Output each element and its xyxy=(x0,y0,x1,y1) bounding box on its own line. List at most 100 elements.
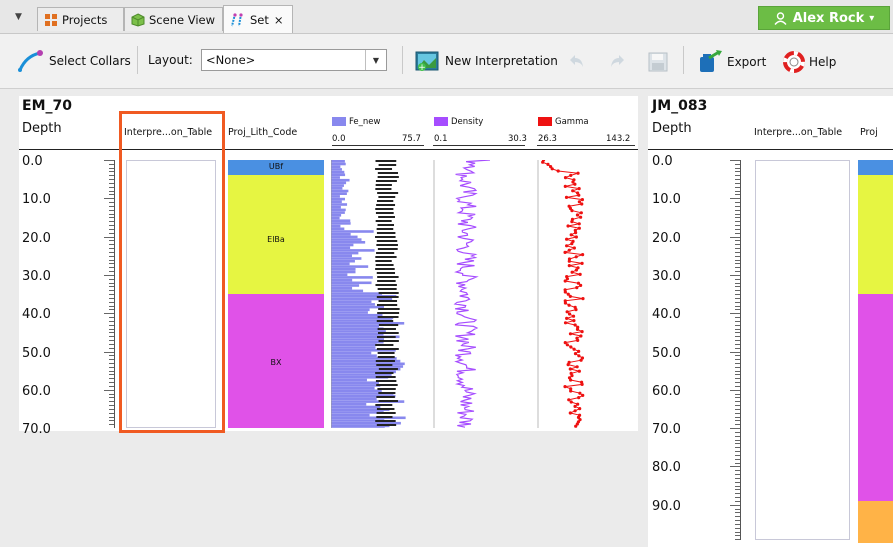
fe-bar xyxy=(331,224,341,228)
ruler-tick xyxy=(109,294,114,296)
fe-value-label xyxy=(375,180,397,182)
undo-icon[interactable] xyxy=(568,53,586,69)
ruler-tick xyxy=(735,412,740,414)
gamma-point xyxy=(565,310,569,314)
fe-bar xyxy=(331,230,374,233)
help-button[interactable]: Help xyxy=(783,51,836,73)
gamma-point xyxy=(556,169,560,173)
gamma-point xyxy=(581,393,585,397)
ruler-tick xyxy=(730,160,740,161)
ruler-tick xyxy=(109,228,114,230)
select-collars-button[interactable]: Select Collars xyxy=(16,50,131,72)
gamma-point xyxy=(563,385,567,389)
close-icon[interactable]: × xyxy=(274,13,284,27)
fe-bar xyxy=(331,281,372,285)
fe-bar xyxy=(331,249,375,252)
ruler-tick xyxy=(104,351,114,353)
gamma-point xyxy=(574,308,578,312)
ruler-tick xyxy=(735,294,740,296)
gamma-point xyxy=(572,319,576,323)
fe-bar xyxy=(331,346,376,349)
gamma-point xyxy=(580,202,584,206)
fe-bar xyxy=(331,278,353,282)
ruler-tick xyxy=(735,297,740,299)
ruler-tick xyxy=(109,171,114,173)
lith-interval[interactable]: UBf xyxy=(228,160,324,176)
tab-set[interactable]: Set × xyxy=(223,5,293,33)
ruler-tick xyxy=(109,232,114,234)
lifebuoy-icon xyxy=(783,51,805,73)
gamma-point xyxy=(569,345,573,349)
ruler-tick xyxy=(735,328,740,330)
ruler-tick xyxy=(735,347,740,349)
fe-value-label xyxy=(376,252,395,254)
ruler-tick xyxy=(735,332,740,334)
gamma-point xyxy=(568,294,572,298)
fe-value-label xyxy=(375,268,395,270)
tab-projects[interactable]: Projects xyxy=(37,7,124,31)
lith-interval[interactable] xyxy=(858,294,893,501)
fe-value-label xyxy=(375,220,392,222)
lith-column[interactable]: UBf ElBa BX xyxy=(228,160,324,429)
gamma-point xyxy=(577,187,581,191)
fe-value-label xyxy=(375,260,392,262)
gamma-point xyxy=(568,332,573,336)
export-button[interactable]: Export xyxy=(697,50,766,74)
fe-bar xyxy=(331,227,345,231)
user-name: Alex Rock xyxy=(792,10,865,26)
interpretation-column[interactable] xyxy=(755,160,850,540)
ruler-tick xyxy=(109,182,114,184)
ruler-tick xyxy=(735,340,740,341)
lith-interval[interactable] xyxy=(858,500,893,543)
gamma-point xyxy=(572,347,576,351)
ruler-tick xyxy=(730,389,740,391)
lith-interval[interactable]: ElBa xyxy=(228,175,324,295)
depth-labels: 0.0 10.0 20.0 30.0 40.0 50.0 60.0 70.0 80.0 90.0 xyxy=(652,150,722,545)
gamma-point xyxy=(571,189,575,193)
fe-bar xyxy=(331,297,393,301)
ruler-tick xyxy=(735,282,740,284)
ruler-tick xyxy=(735,470,740,472)
legend-swatch xyxy=(538,117,552,126)
ruler-tick xyxy=(109,255,114,257)
fe-bar xyxy=(331,195,340,198)
tab-overflow-chevron-icon[interactable]: ▼ xyxy=(15,12,22,22)
fe-value-label xyxy=(375,264,394,266)
tab-scene-view[interactable]: Scene View xyxy=(124,7,223,31)
user-menu-button[interactable]: Alex Rock ▾ xyxy=(758,6,890,30)
ruler-tick xyxy=(104,313,114,315)
gamma-point xyxy=(569,400,573,404)
lith-interval[interactable] xyxy=(858,175,893,295)
ruler-tick xyxy=(735,500,740,502)
header-divider xyxy=(19,149,638,150)
ruler-tick xyxy=(735,481,740,483)
lith-interval[interactable] xyxy=(858,160,893,176)
new-interpretation-button[interactable]: + New Interpretation xyxy=(415,50,558,72)
redo-icon[interactable] xyxy=(608,53,626,69)
ruler-tick xyxy=(109,217,114,219)
ruler-tick xyxy=(109,213,114,215)
depth-tick-label: 40.0 xyxy=(22,307,51,323)
fe-bar xyxy=(331,292,383,295)
fe-bar xyxy=(331,222,351,225)
layout-select[interactable]: <None> ▼ xyxy=(201,49,387,71)
gamma-point xyxy=(573,323,577,327)
ruler-tick xyxy=(735,408,740,410)
ruler-tick xyxy=(109,343,114,345)
lith-interval[interactable]: BX xyxy=(228,294,324,429)
ruler-tick xyxy=(735,454,740,456)
ruler-tick xyxy=(735,336,740,338)
ruler-tick xyxy=(109,412,114,414)
select-collars-icon xyxy=(16,50,44,72)
gamma-point xyxy=(567,312,572,316)
lith-column[interactable] xyxy=(858,160,893,543)
gamma-point xyxy=(577,349,581,353)
gamma-point xyxy=(577,369,581,373)
ruler-tick xyxy=(735,228,740,230)
gamma-point xyxy=(565,316,569,320)
gamma-point xyxy=(567,303,571,307)
ruler-tick xyxy=(735,531,740,533)
save-icon[interactable] xyxy=(648,52,668,72)
depth-ruler xyxy=(104,160,115,428)
fe-bar xyxy=(331,276,373,279)
